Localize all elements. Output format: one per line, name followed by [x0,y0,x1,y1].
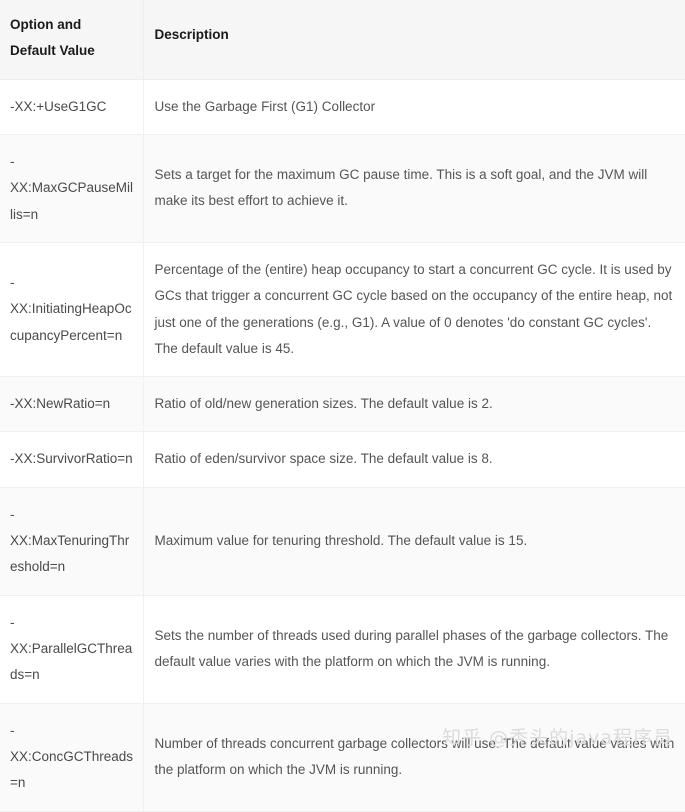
cell-description: Sets the number of threads used during p… [143,595,685,704]
table-header-row: Option and Default Value Description [0,0,685,80]
column-header-option: Option and Default Value [0,0,144,80]
cell-option: -XX:InitiatingHeapOccupancyPercent=n [0,242,144,378]
table-row: -XX:MaxTenuringThreshold=n Maximum value… [0,487,685,596]
cell-option: -XX:+UseG1GC [0,79,144,135]
cell-description: Use the Garbage First (G1) Collector [143,79,685,135]
table-row: -XX:ConcGCThreads=n Number of threads co… [0,703,685,812]
cell-description: Percentage of the (entire) heap occupanc… [143,242,685,378]
table-header: Option and Default Value Description [0,0,685,80]
cell-description: Number of threads concurrent garbage col… [143,703,685,812]
cell-option: -XX:MaxGCPauseMillis=n [0,134,144,243]
cell-option: -XX:ParallelGCThreads=n [0,595,144,704]
column-header-description: Description [143,0,685,80]
cell-description: Sets a target for the maximum GC pause t… [143,134,685,243]
cell-option: -XX:MaxTenuringThreshold=n [0,487,144,596]
table-body: -XX:+UseG1GC Use the Garbage First (G1) … [0,79,685,812]
cell-option: -XX:SurvivorRatio=n [0,431,144,488]
table-row: -XX:MaxGCPauseMillis=n Sets a target for… [0,134,685,243]
table-row: -XX:InitiatingHeapOccupancyPercent=n Per… [0,242,685,378]
cell-description: Ratio of eden/survivor space size. The d… [143,431,685,488]
cell-option: -XX:ConcGCThreads=n [0,703,144,812]
table-row: -XX:+UseG1GC Use the Garbage First (G1) … [0,79,685,135]
jvm-gc-options-table: Option and Default Value Description -XX… [0,0,685,812]
cell-description: Ratio of old/new generation sizes. The d… [143,376,685,433]
table-row: -XX:ParallelGCThreads=n Sets the number … [0,595,685,704]
cell-description: Maximum value for tenuring threshold. Th… [143,487,685,596]
cell-option: -XX:NewRatio=n [0,376,144,433]
table-row: -XX:SurvivorRatio=n Ratio of eden/surviv… [0,431,685,488]
table-row: -XX:NewRatio=n Ratio of old/new generati… [0,376,685,433]
